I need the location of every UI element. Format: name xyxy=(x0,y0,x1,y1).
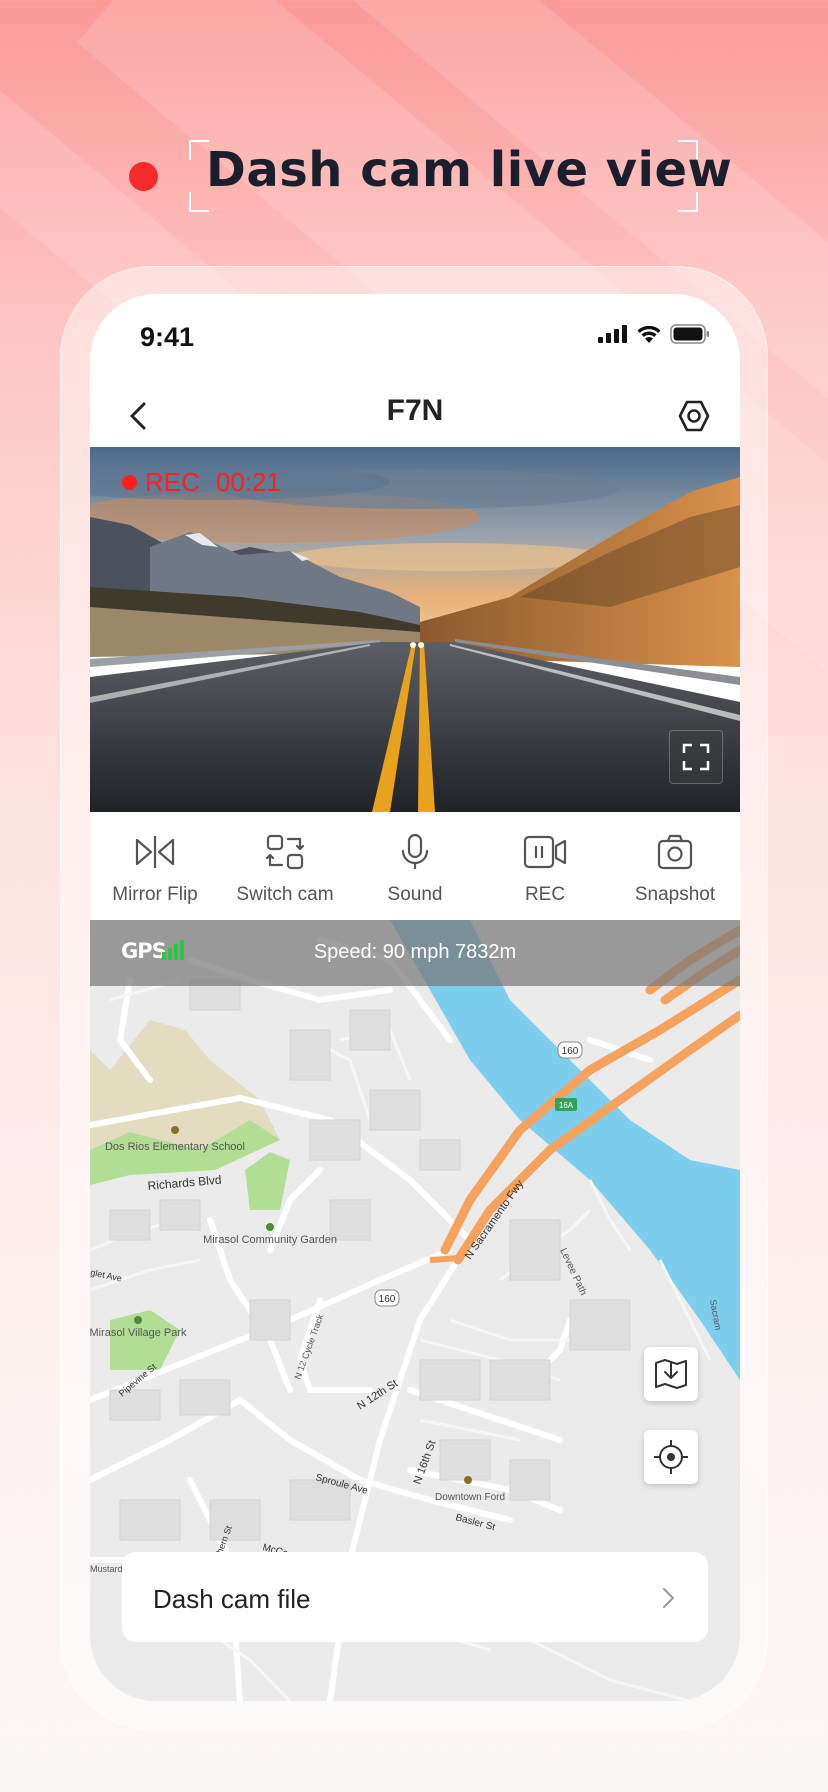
dash-cam-file-label: Dash cam file xyxy=(153,1584,311,1614)
cellular-signal-icon xyxy=(598,325,627,343)
downtown-ford-label: Downtown Ford xyxy=(435,1492,505,1503)
rec-button[interactable]: REC xyxy=(480,812,610,920)
fullscreen-button[interactable] xyxy=(669,730,723,784)
phone-screen: 9:41 F7N REC 00:21 Mirror Flip Switch ca… xyxy=(90,294,740,1701)
park-marker-icon xyxy=(134,1316,142,1324)
park-label: Mirasol Village Park xyxy=(90,1327,187,1339)
garden-marker-icon xyxy=(266,1223,274,1231)
route-16a-shield: 16A xyxy=(555,1098,577,1111)
sound-label: Sound xyxy=(387,884,443,905)
gear-icon xyxy=(678,400,710,432)
status-bar: 9:41 xyxy=(90,294,740,374)
school-marker-icon xyxy=(171,1126,179,1134)
map-download-icon xyxy=(655,1359,687,1389)
route-160-shield-small: 160 xyxy=(374,1289,400,1307)
headline: Dash cam live view xyxy=(0,120,828,212)
battery-icon xyxy=(670,324,709,344)
camera-controls: Mirror Flip Switch cam Sound REC Snapsho… xyxy=(90,812,740,920)
live-video-feed[interactable]: REC 00:21 xyxy=(90,447,740,812)
status-icons xyxy=(598,324,710,344)
camera-icon xyxy=(657,834,693,870)
microphone-icon xyxy=(401,833,429,869)
rec-timer: 00:21 xyxy=(215,467,281,497)
offline-map-button[interactable] xyxy=(644,1347,698,1401)
fullscreen-icon xyxy=(682,743,710,771)
snapshot-button[interactable]: Snapshot xyxy=(610,812,740,920)
page-title: F7N xyxy=(386,394,444,427)
wifi-icon xyxy=(637,325,661,343)
record-video-icon xyxy=(523,835,567,869)
snapshot-label: Snapshot xyxy=(634,884,716,905)
rec-control-label: REC xyxy=(524,884,566,905)
settings-button[interactable] xyxy=(674,396,714,436)
rec-label: REC xyxy=(145,467,200,497)
car-dealer-marker-icon xyxy=(464,1476,472,1484)
gps-info-bar: GPS Speed: 90 mph 7832m xyxy=(90,920,740,986)
road-landscape-image xyxy=(90,447,740,812)
school-label: Dos Rios Elementary School xyxy=(105,1141,245,1153)
mirror-flip-icon xyxy=(135,836,175,868)
navigation-bar: F7N xyxy=(90,374,740,458)
mirror-flip-label: Mirror Flip xyxy=(112,884,198,905)
locate-me-button[interactable] xyxy=(644,1430,698,1484)
rec-indicator: REC 00:21 xyxy=(122,467,281,498)
garden-label: Mirasol Community Garden xyxy=(203,1234,337,1246)
crosshair-icon xyxy=(654,1440,688,1474)
record-dot-icon xyxy=(129,162,158,191)
dash-cam-file-button[interactable]: Dash cam file xyxy=(122,1552,708,1642)
route-160-shield: 160 xyxy=(557,1041,583,1059)
speed-readout: Speed: 90 mph 7832m xyxy=(313,941,517,963)
sound-button[interactable]: Sound xyxy=(350,812,480,920)
switch-cam-icon xyxy=(265,834,305,870)
rec-dot-icon xyxy=(122,475,137,490)
chevron-right-icon xyxy=(663,1588,674,1608)
status-time: 9:41 xyxy=(140,322,195,352)
mirror-flip-button[interactable]: Mirror Flip xyxy=(90,812,220,920)
switch-cam-label: Switch cam xyxy=(236,884,334,905)
route-160-label-2: 160 xyxy=(379,1294,396,1305)
route-160-label: 160 xyxy=(562,1046,579,1057)
switch-cam-button[interactable]: Switch cam xyxy=(220,812,350,920)
headline-title: Dash cam live view xyxy=(206,142,733,198)
route-16a-label: 16A xyxy=(559,1101,574,1110)
